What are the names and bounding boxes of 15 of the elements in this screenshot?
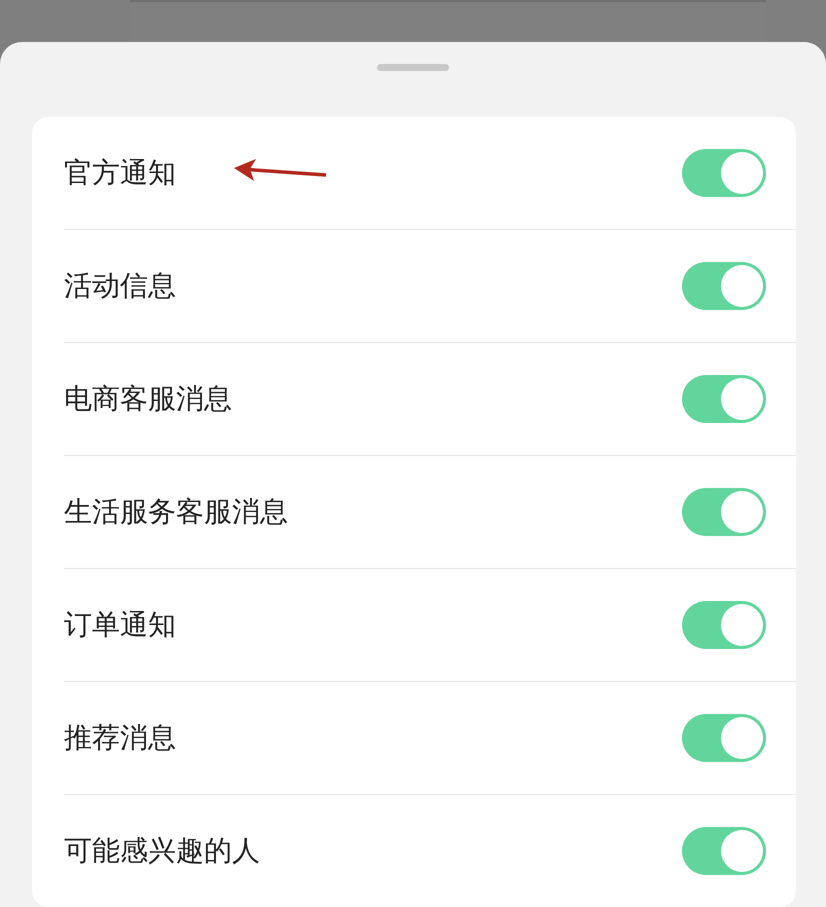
setting-label: 可能感兴趣的人 [64, 833, 260, 869]
drag-handle[interactable] [377, 64, 449, 71]
toggle-switch[interactable] [682, 149, 766, 197]
setting-label: 生活服务客服消息 [64, 494, 288, 530]
toggle-switch[interactable] [682, 827, 766, 875]
setting-label: 官方通知 [64, 155, 176, 191]
setting-label: 推荐消息 [64, 720, 176, 756]
setting-label: 电商客服消息 [64, 381, 232, 417]
toggle-switch[interactable] [682, 601, 766, 649]
setting-label: 活动信息 [64, 268, 176, 304]
toggle-switch[interactable] [682, 375, 766, 423]
setting-label: 订单通知 [64, 607, 176, 643]
toggle-switch[interactable] [682, 262, 766, 310]
toggle-switch[interactable] [682, 714, 766, 762]
toggle-switch[interactable] [682, 488, 766, 536]
